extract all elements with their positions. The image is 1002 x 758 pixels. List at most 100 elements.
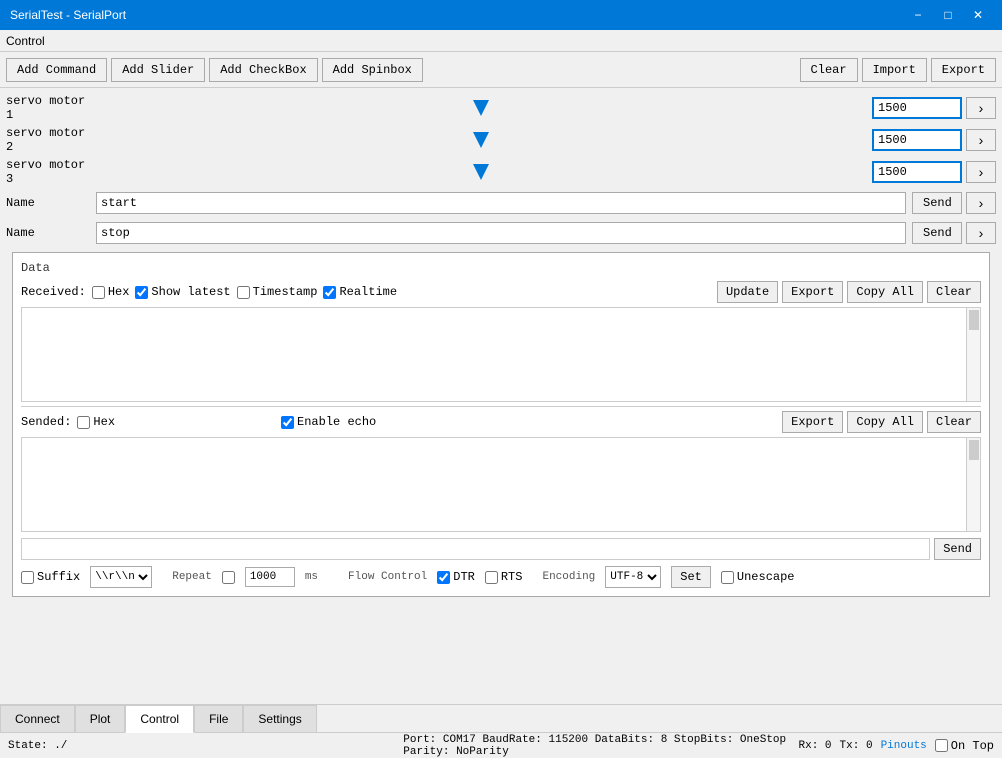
unescape-checkbox-label[interactable]: Unescape xyxy=(721,570,795,584)
show-latest-checkbox-label[interactable]: Show latest xyxy=(135,285,230,299)
sended-scrollbar-thumb xyxy=(969,440,979,460)
tab-plot[interactable]: Plot xyxy=(75,705,126,732)
repeat-checkbox-label[interactable] xyxy=(222,571,235,584)
sended-textarea-wrapper xyxy=(21,437,981,532)
tab-file[interactable]: File xyxy=(194,705,243,732)
repeat-value-input[interactable]: 1000 xyxy=(245,567,295,587)
tab-settings[interactable]: Settings xyxy=(243,705,316,732)
export-sended-button[interactable]: Export xyxy=(782,411,843,433)
repeat-group: Repeat xyxy=(172,571,212,583)
rts-checkbox[interactable] xyxy=(485,571,498,584)
name-row-2: Name stop Send › xyxy=(6,220,996,246)
tab-settings-label: Settings xyxy=(258,712,301,726)
copy-all-received-button[interactable]: Copy All xyxy=(847,281,923,303)
add-checkbox-button[interactable]: Add CheckBox xyxy=(209,58,317,82)
export-toolbar-button[interactable]: Export xyxy=(931,58,996,82)
realtime-label: Realtime xyxy=(339,285,397,299)
timestamp-checkbox-label[interactable]: Timestamp xyxy=(237,285,318,299)
add-spinbox-button[interactable]: Add Spinbox xyxy=(322,58,423,82)
unescape-checkbox[interactable] xyxy=(721,571,734,584)
hex-checkbox-label[interactable]: Hex xyxy=(92,285,130,299)
realtime-checkbox[interactable] xyxy=(323,286,336,299)
hex2-checkbox[interactable] xyxy=(77,416,90,429)
send-button-1[interactable]: Send xyxy=(912,192,962,214)
slider-row-1: servo motor 1 1500 › xyxy=(6,94,996,122)
clear-toolbar-button[interactable]: Clear xyxy=(800,58,858,82)
tab-control-label: Control xyxy=(140,712,179,726)
menu-control[interactable]: Control xyxy=(6,34,45,48)
sended-textarea[interactable] xyxy=(21,437,967,532)
received-textarea[interactable] xyxy=(21,307,967,402)
clear-sended-button[interactable]: Clear xyxy=(927,411,981,433)
realtime-checkbox-label[interactable]: Realtime xyxy=(323,285,397,299)
status-rx: Rx: 0 xyxy=(799,740,832,752)
repeat-label: Repeat xyxy=(172,571,212,583)
dtr-label: DTR xyxy=(453,570,475,584)
slider-arrow-1[interactable]: › xyxy=(966,97,996,119)
repeat-unit: ms xyxy=(305,571,318,583)
clear-received-button[interactable]: Clear xyxy=(927,281,981,303)
dtr-checkbox[interactable] xyxy=(437,571,450,584)
enable-echo-label: Enable echo xyxy=(297,415,376,429)
sended-header: Sended: Hex Enable echo Export Copy All … xyxy=(21,411,981,433)
tab-connect-label: Connect xyxy=(15,712,60,726)
maximize-button[interactable]: □ xyxy=(934,5,962,25)
on-top-checkbox[interactable] xyxy=(935,739,948,752)
data-panel: Data Received: Hex Show latest Timestamp xyxy=(12,252,990,597)
name-arrow-2[interactable]: › xyxy=(966,222,996,244)
suffix-checkbox-label[interactable]: Suffix xyxy=(21,570,80,584)
copy-all-sended-button[interactable]: Copy All xyxy=(847,411,923,433)
encoding-select[interactable]: UTF-8 xyxy=(605,566,661,588)
slider-row-3: servo motor 3 1500 › xyxy=(6,158,996,186)
slider-input-3[interactable]: 1500 xyxy=(872,161,962,183)
slider-arrow-3[interactable]: › xyxy=(966,161,996,183)
received-scrollbar[interactable] xyxy=(967,307,981,402)
export-received-button[interactable]: Export xyxy=(782,281,843,303)
slider-2[interactable] xyxy=(96,132,866,148)
pinouts-link[interactable]: Pinouts xyxy=(881,740,927,752)
received-actions: Update Export Copy All Clear xyxy=(717,281,981,303)
tab-connect[interactable]: Connect xyxy=(0,705,75,732)
slider-label-1: servo motor 1 xyxy=(6,94,96,122)
on-top-checkbox-label[interactable]: On Top xyxy=(935,739,994,753)
tab-control[interactable]: Control xyxy=(125,705,194,733)
close-button[interactable]: ✕ xyxy=(964,5,992,25)
status-bar: State: ./ Port: COM17 BaudRate: 115200 D… xyxy=(0,732,1002,758)
repeat-checkbox[interactable] xyxy=(222,571,235,584)
suffix-checkbox[interactable] xyxy=(21,571,34,584)
set-button[interactable]: Set xyxy=(671,566,711,588)
name-input-2[interactable]: stop xyxy=(96,222,906,244)
slider-1[interactable] xyxy=(96,100,866,116)
sended-label: Sended: xyxy=(21,415,71,429)
add-slider-button[interactable]: Add Slider xyxy=(111,58,205,82)
toolbar: Add Command Add Slider Add CheckBox Add … xyxy=(0,52,1002,88)
rts-checkbox-label[interactable]: RTS xyxy=(485,570,523,584)
title-bar: SerialTest - SerialPort − □ ✕ xyxy=(0,0,1002,30)
slider-input-2[interactable]: 1500 xyxy=(872,129,962,151)
send-text-input[interactable] xyxy=(21,538,930,560)
hex2-checkbox-label[interactable]: Hex xyxy=(77,415,115,429)
show-latest-checkbox[interactable] xyxy=(135,286,148,299)
slider-3[interactable] xyxy=(96,164,866,180)
enable-echo-checkbox[interactable] xyxy=(281,416,294,429)
dtr-checkbox-label[interactable]: DTR xyxy=(437,570,475,584)
slider-input-1[interactable]: 1500 xyxy=(872,97,962,119)
send-data-button[interactable]: Send xyxy=(934,538,981,560)
timestamp-checkbox[interactable] xyxy=(237,286,250,299)
slider-container-2 xyxy=(96,130,866,150)
slider-arrow-2[interactable]: › xyxy=(966,129,996,151)
update-button[interactable]: Update xyxy=(717,281,778,303)
suffix-select[interactable]: \\r\\n xyxy=(90,566,152,588)
minimize-button[interactable]: − xyxy=(904,5,932,25)
name-input-1[interactable]: start xyxy=(96,192,906,214)
name-arrow-1[interactable]: › xyxy=(966,192,996,214)
hex-checkbox[interactable] xyxy=(92,286,105,299)
add-command-button[interactable]: Add Command xyxy=(6,58,107,82)
enable-echo-checkbox-label[interactable]: Enable echo xyxy=(281,415,376,429)
tab-file-label: File xyxy=(209,712,228,726)
sended-scrollbar[interactable] xyxy=(967,437,981,532)
import-button[interactable]: Import xyxy=(862,58,927,82)
send-button-2[interactable]: Send xyxy=(912,222,962,244)
unescape-label: Unescape xyxy=(737,570,795,584)
status-right: Rx: 0 Tx: 0 Pinouts On Top xyxy=(799,739,994,753)
